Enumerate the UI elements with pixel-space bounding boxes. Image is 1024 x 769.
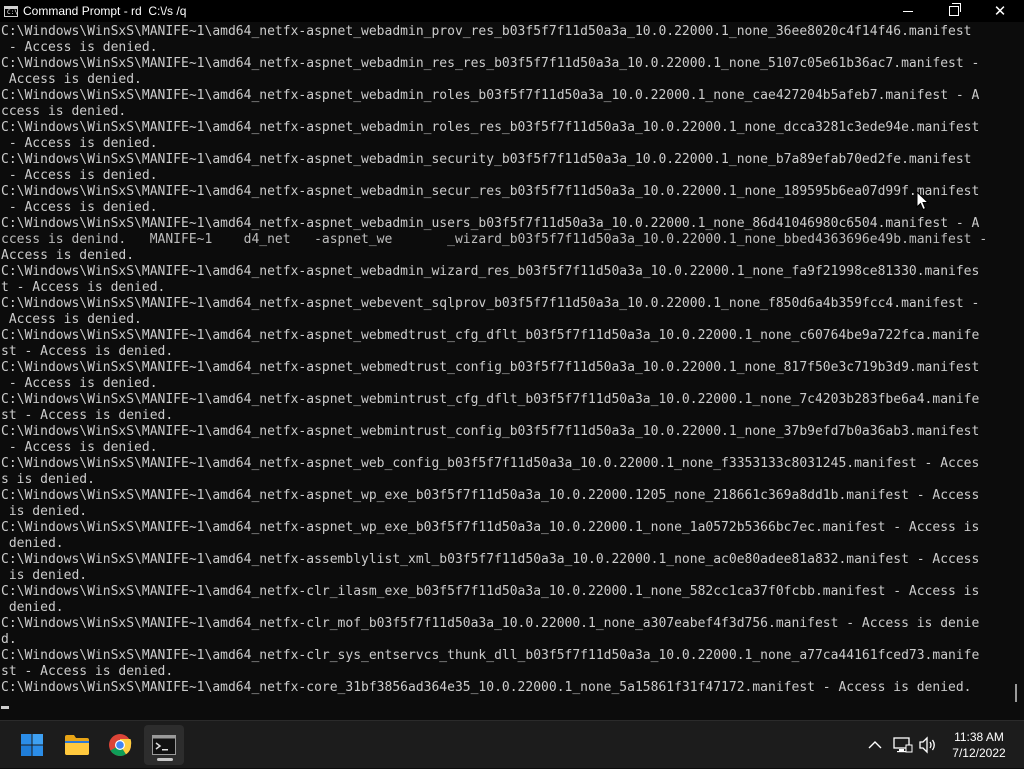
- console-line: Access is denied.: [1, 312, 142, 327]
- console-line: C:\Windows\WinSxS\MANIFE~1\amd64_netfx-a…: [1, 456, 980, 471]
- console-line: st - Access is denied.: [1, 664, 174, 679]
- clock-time: 11:38 AM: [954, 730, 1004, 744]
- console-line: denied.: [1, 600, 64, 615]
- terminal-icon: [152, 735, 176, 755]
- console-line: C:\Windows\WinSxS\MANIFE~1\amd64_netfx-a…: [1, 296, 980, 311]
- console-line: C:\Windows\WinSxS\MANIFE~1\amd64_netfx-a…: [1, 552, 980, 567]
- console-line: denied.: [1, 536, 64, 551]
- console-line: - Access is denied.: [1, 376, 158, 391]
- console-line: C:\Windows\WinSxS\MANIFE~1\amd64_netfx-c…: [1, 616, 980, 631]
- chrome-icon: [109, 734, 132, 756]
- title-bar[interactable]: C:\ Command Prompt - rd C:\/s /q ✕: [0, 0, 1024, 22]
- clock[interactable]: 11:38 AM 7/12/2022: [940, 729, 1018, 761]
- console-line: - Access is denied.: [1, 40, 158, 55]
- console-line: - Access is denied.: [1, 136, 158, 151]
- scrollbar-thumb[interactable]: [1015, 684, 1017, 702]
- console-line: C:\Windows\WinSxS\MANIFE~1\amd64_netfx-a…: [1, 392, 980, 407]
- taskbar-chrome[interactable]: [100, 721, 140, 769]
- console-line: - Access is denied.: [1, 440, 158, 455]
- console-line: C:\Windows\WinSxS\MANIFE~1\amd64_netfx-a…: [1, 56, 980, 71]
- console-line: C:\Windows\WinSxS\MANIFE~1\amd64_netfx-a…: [1, 152, 972, 167]
- network-button[interactable]: [890, 721, 916, 769]
- mouse-pointer-icon: [916, 191, 930, 211]
- close-icon: ✕: [993, 1, 1007, 20]
- console-line: is denied.: [1, 568, 88, 583]
- console-line: d.: [1, 632, 17, 647]
- windows-logo-icon: [21, 734, 43, 756]
- folder-icon: [65, 735, 89, 755]
- network-icon: [893, 737, 913, 753]
- console-line: C:\Windows\WinSxS\MANIFE~1\amd64_netfx-a…: [1, 328, 980, 343]
- volume-button[interactable]: [916, 721, 940, 769]
- restore-icon: [949, 3, 961, 16]
- console-line: C:\Windows\WinSxS\MANIFE~1\amd64_netfx-a…: [1, 216, 980, 231]
- console-line: C:\Windows\WinSxS\MANIFE~1\amd64_netfx-a…: [1, 424, 980, 439]
- console-line: ccess is denied.: [1, 104, 127, 119]
- minimize-button[interactable]: [885, 0, 931, 22]
- console-line: st - Access is denied.: [1, 408, 174, 423]
- minimize-icon: [903, 10, 913, 12]
- console-output[interactable]: C:\Windows\WinSxS\MANIFE~1\amd64_netfx-a…: [0, 24, 1012, 720]
- console-line: C:\Windows\WinSxS\MANIFE~1\amd64_netfx-a…: [1, 120, 980, 135]
- console-line: C:\Windows\WinSxS\MANIFE~1\amd64_netfx-a…: [1, 264, 980, 279]
- console-line: C:\Windows\WinSxS\MANIFE~1\amd64_netfx-a…: [1, 360, 980, 375]
- clock-date: 7/12/2022: [952, 746, 1006, 760]
- command-prompt-icon[interactable]: C:\: [4, 5, 18, 17]
- volume-icon: [919, 736, 935, 754]
- tray-overflow-button[interactable]: [864, 721, 886, 769]
- console-line: Access is denied.: [1, 72, 142, 87]
- console-line: C:\Windows\WinSxS\MANIFE~1\amd64_netfx-a…: [1, 488, 980, 503]
- console-line: C:\Windows\WinSxS\MANIFE~1\amd64_netfx-c…: [1, 680, 972, 695]
- console-line: C:\Windows\WinSxS\MANIFE~1\amd64_netfx-a…: [1, 24, 972, 39]
- text-cursor: [1, 706, 9, 709]
- console-line: st - Access is denied.: [1, 344, 174, 359]
- console-line: C:\Windows\WinSxS\MANIFE~1\amd64_netfx-a…: [1, 520, 980, 535]
- maximize-button[interactable]: [931, 0, 977, 22]
- console-line: C:\Windows\WinSxS\MANIFE~1\amd64_netfx-c…: [1, 648, 980, 663]
- console-line: C:\Windows\WinSxS\MANIFE~1\amd64_netfx-c…: [1, 584, 980, 599]
- app-icon-text: C:\: [7, 8, 18, 16]
- chevron-up-icon: [868, 741, 882, 749]
- console-line: t - Access is denied.: [1, 280, 166, 295]
- console-line: C:\Windows\WinSxS\MANIFE~1\amd64_netfx-a…: [1, 184, 980, 199]
- taskbar: 11:38 AM 7/12/2022: [0, 720, 1024, 768]
- console-line: C:\Windows\WinSxS\MANIFE~1\amd64_netfx-a…: [1, 88, 980, 103]
- console-line: s is denied.: [1, 472, 95, 487]
- start-button[interactable]: [12, 721, 52, 769]
- window-title: Command Prompt - rd C:\/s /q: [23, 4, 187, 18]
- console-line: Access is denied.: [1, 248, 135, 263]
- active-app-indicator: [157, 758, 173, 761]
- close-button[interactable]: ✕: [977, 0, 1023, 22]
- taskbar-file-explorer[interactable]: [57, 721, 97, 769]
- console-line: is denied.: [1, 504, 88, 519]
- console-line: ccess is denind. MANIFE~1 d4_net -aspnet…: [1, 232, 988, 247]
- console-line: - Access is denied.: [1, 168, 158, 183]
- console-line: - Access is denied.: [1, 200, 158, 215]
